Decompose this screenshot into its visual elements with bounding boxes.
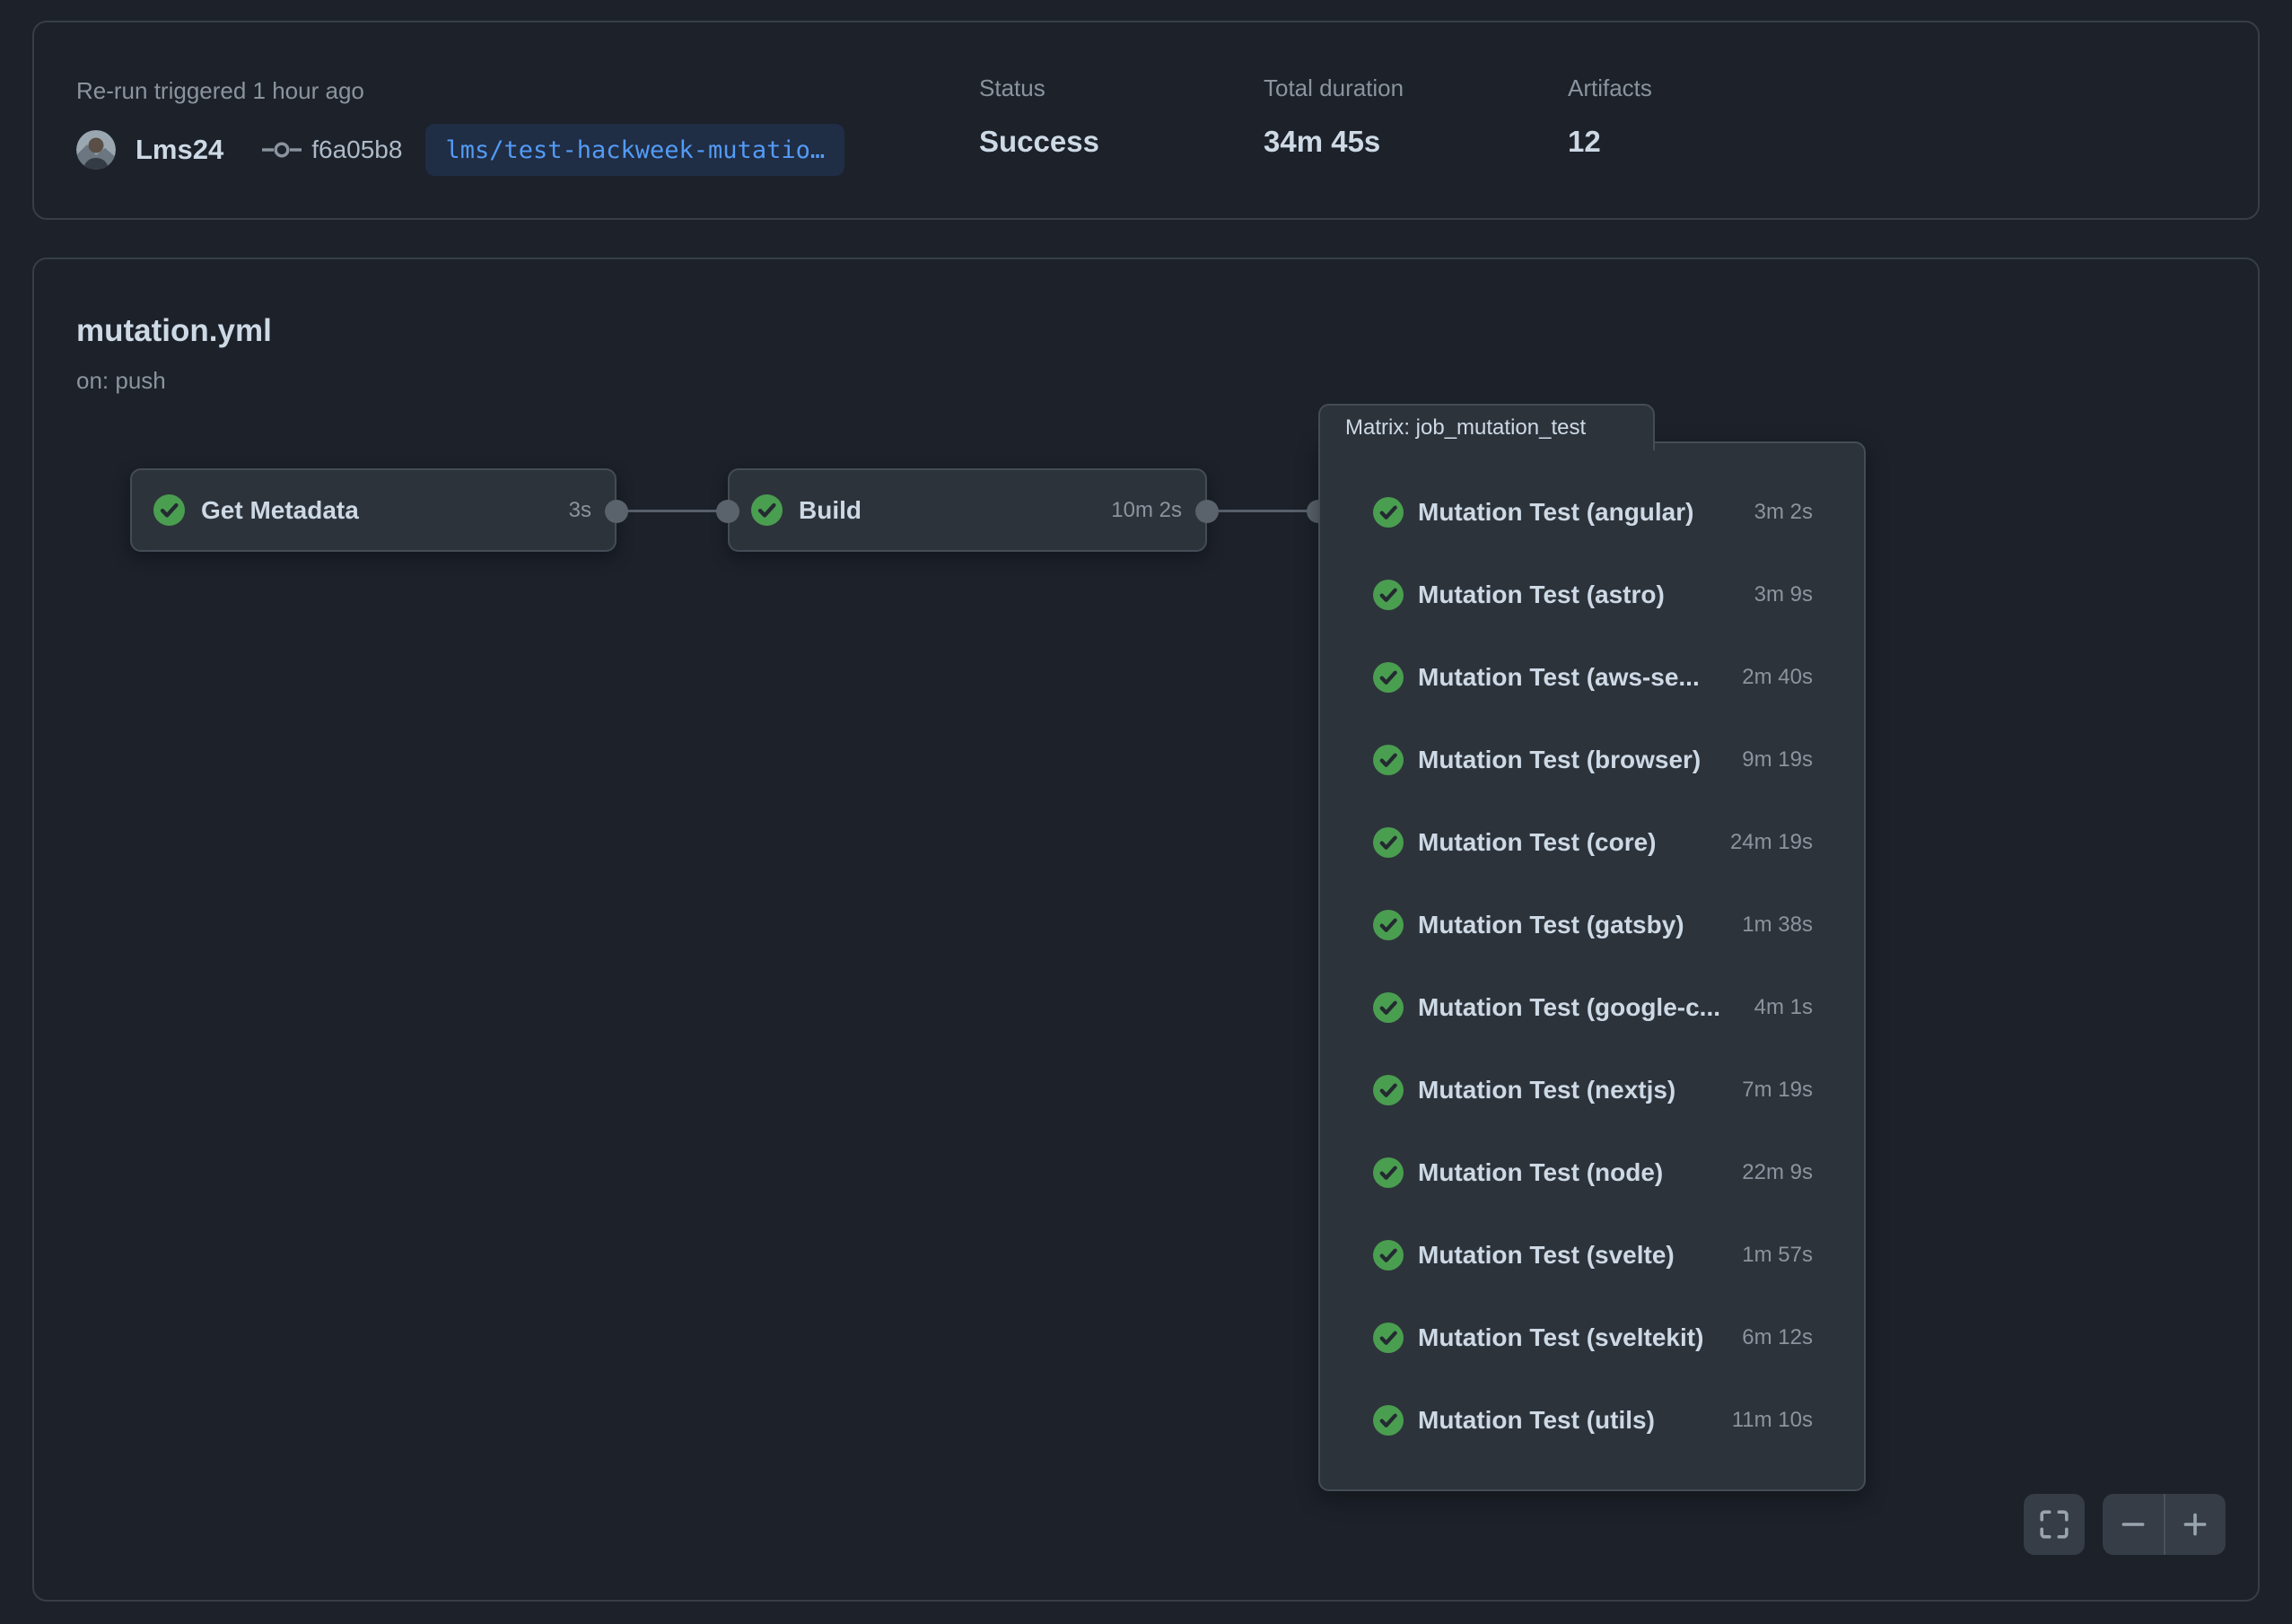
success-check-icon [1373,1405,1404,1436]
matrix-job-aws-serverless[interactable]: Mutation Test (aws-se... 2m 40s [1320,636,1864,719]
success-check-icon [1373,745,1404,775]
stat-artifacts-value: 12 [1568,122,1652,162]
success-check-icon [1373,827,1404,858]
job-duration: 1m 38s [1742,912,1813,938]
matrix-panel: Mutation Test (angular) 3m 2s Mutation T… [1318,441,1866,1491]
edge-dot [1195,500,1219,523]
stat-artifacts: Artifacts 12 [1568,72,1652,162]
success-check-icon [1373,1157,1404,1188]
job-name: Mutation Test (utils) [1418,1406,1655,1435]
stat-status-label: Status [979,72,1099,104]
success-check-icon [1373,497,1404,528]
matrix-tab: Matrix: job_mutation_test [1318,404,1655,450]
fullscreen-button[interactable] [2024,1494,2085,1555]
job-name: Mutation Test (nextjs) [1418,1076,1675,1104]
job-duration: 6m 12s [1742,1325,1813,1350]
job-name: Mutation Test (sveltekit) [1418,1323,1703,1352]
job-name: Mutation Test (browser) [1418,746,1701,774]
run-trigger-text: Re-run triggered 1 hour ago [76,74,364,107]
zoom-out-icon [2118,1509,2148,1540]
success-check-icon [1373,1240,1404,1270]
matrix-job-utils[interactable]: Mutation Test (utils) 11m 10s [1320,1379,1864,1462]
stat-artifacts-label: Artifacts [1568,72,1652,104]
avatar[interactable] [76,130,116,170]
job-duration: 9m 19s [1742,747,1813,773]
job-name: Mutation Test (aws-se... [1418,663,1700,692]
zoom-control-group [2103,1494,2226,1555]
actor-name[interactable]: Lms24 [136,134,223,166]
matrix-job-angular[interactable]: Mutation Test (angular) 3m 2s [1320,471,1864,554]
job-name: Mutation Test (svelte) [1418,1241,1675,1270]
stat-total-duration: Total duration 34m 45s [1264,72,1404,162]
success-check-icon [1373,910,1404,940]
job-duration: 11m 10s [1732,1408,1813,1433]
matrix-job-google-cloud[interactable]: Mutation Test (google-c... 4m 1s [1320,966,1864,1049]
job-name: Build [799,496,862,525]
matrix-job-gatsby[interactable]: Mutation Test (gatsby) 1m 38s [1320,884,1864,966]
success-check-icon [1373,1323,1404,1353]
job-duration: 2m 40s [1742,665,1813,690]
run-meta-row: Lms24 f6a05b8 lms/test-hackweek-mutatio… [76,124,844,176]
success-check-icon [1373,662,1404,693]
success-check-icon [751,494,783,526]
job-duration: 7m 19s [1742,1078,1813,1103]
job-node-build[interactable]: Build 10m 2s [728,468,1207,552]
zoom-in-icon [2180,1509,2210,1540]
branch-chip[interactable]: lms/test-hackweek-mutatio… [425,124,844,176]
matrix-job-astro[interactable]: Mutation Test (astro) 3m 9s [1320,554,1864,636]
commit-sha-link[interactable]: f6a05b8 [311,135,402,164]
workflow-trigger: on: push [76,365,166,396]
matrix-job-svelte[interactable]: Mutation Test (svelte) 1m 57s [1320,1214,1864,1297]
job-name: Mutation Test (node) [1418,1158,1663,1187]
avatar-image [76,130,116,170]
edge-dot [605,500,628,523]
job-duration: 24m 19s [1730,830,1813,855]
job-duration: 22m 9s [1742,1160,1813,1185]
success-check-icon [1373,580,1404,610]
job-duration: 3s [569,498,591,523]
edge-line-metadata-build [617,510,728,512]
matrix-job-node[interactable]: Mutation Test (node) 22m 9s [1320,1131,1864,1214]
branch-name: lms/test-hackweek-mutatio… [445,136,825,164]
job-duration: 1m 57s [1742,1243,1813,1268]
zoom-out-button[interactable] [2103,1494,2164,1555]
commit-icon [261,138,302,162]
job-name: Mutation Test (gatsby) [1418,911,1684,939]
job-name: Mutation Test (google-c... [1418,993,1720,1022]
job-duration: 3m 2s [1754,500,1813,525]
stat-status-value: Success [979,122,1099,162]
job-name: Mutation Test (angular) [1418,498,1693,527]
stat-duration-label: Total duration [1264,72,1404,104]
stat-duration-value: 34m 45s [1264,122,1404,162]
job-duration: 3m 9s [1754,582,1813,607]
job-name: Mutation Test (core) [1418,828,1656,857]
success-check-icon [1373,992,1404,1023]
job-duration: 10m 2s [1111,498,1182,523]
job-node-get-metadata[interactable]: Get Metadata 3s [130,468,617,552]
edge-dot [716,500,739,523]
matrix-job-nextjs[interactable]: Mutation Test (nextjs) 7m 19s [1320,1049,1864,1131]
workflow-graph-card: mutation.yml on: push Get Metadata 3s Bu… [32,258,2260,1602]
success-check-icon [153,494,185,526]
success-check-icon [1373,1075,1404,1105]
fullscreen-icon [2039,1509,2069,1540]
run-summary-card: Re-run triggered 1 hour ago Lms24 f6a05b… [32,21,2260,220]
matrix-job-sveltekit[interactable]: Mutation Test (sveltekit) 6m 12s [1320,1297,1864,1379]
job-duration: 4m 1s [1754,995,1813,1020]
matrix-job-browser[interactable]: Mutation Test (browser) 9m 19s [1320,719,1864,801]
matrix-title: Matrix: job_mutation_test [1345,415,1586,441]
workflow-file-title: mutation.yml [76,310,272,353]
zoom-in-button[interactable] [2165,1494,2226,1555]
job-name: Get Metadata [201,496,359,525]
matrix-job-core[interactable]: Mutation Test (core) 24m 19s [1320,801,1864,884]
edge-line-build-matrix [1207,510,1318,512]
stat-status: Status Success [979,72,1099,162]
job-name: Mutation Test (astro) [1418,581,1665,609]
